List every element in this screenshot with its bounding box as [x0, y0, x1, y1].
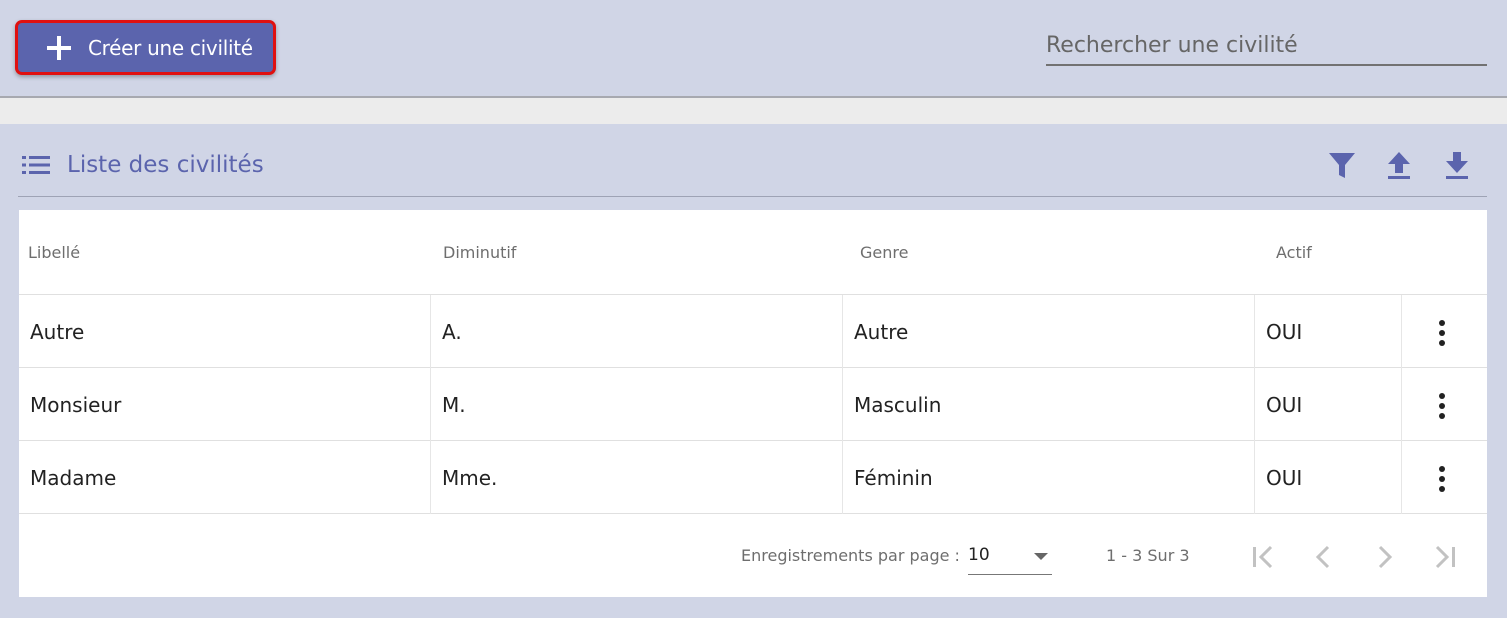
column-header-actif[interactable]: Actif: [1276, 243, 1312, 262]
page-size-value: 10: [968, 545, 990, 565]
section-title: Liste des civilités: [67, 152, 264, 178]
pagination-range: 1 - 3 Sur 3: [1106, 546, 1190, 565]
column-header-libelle[interactable]: Libellé: [28, 243, 80, 262]
cell-actif: OUI: [1255, 368, 1402, 441]
plus-icon: [46, 35, 72, 61]
cell-actif: OUI: [1255, 295, 1402, 368]
last-page-icon[interactable]: [1429, 542, 1459, 572]
create-civility-button[interactable]: Créer une civilité: [15, 20, 276, 75]
dot-icon: [1439, 476, 1445, 482]
cell-genre: Autre: [843, 295, 1255, 368]
cell-diminutif: M.: [431, 368, 843, 441]
search-input[interactable]: [1046, 26, 1487, 66]
first-page-icon[interactable]: [1249, 542, 1279, 572]
cell-diminutif: Mme.: [431, 441, 843, 514]
column-header-diminutif[interactable]: Diminutif: [443, 243, 516, 262]
table-row[interactable]: Madame Mme. Féminin OUI: [19, 441, 1487, 514]
upload-icon[interactable]: [1384, 150, 1414, 182]
cell-actif: OUI: [1255, 441, 1402, 514]
separator-strip: [0, 98, 1507, 124]
row-menu-button[interactable]: [1429, 392, 1457, 420]
create-civility-button-label: Créer une civilité: [88, 35, 253, 60]
dot-icon: [1439, 413, 1445, 419]
column-header-genre[interactable]: Genre: [860, 243, 908, 262]
cell-genre: Féminin: [843, 441, 1255, 514]
previous-page-icon[interactable]: [1309, 542, 1339, 572]
table-row[interactable]: Monsieur M. Masculin OUI: [19, 368, 1487, 441]
next-page-icon[interactable]: [1369, 542, 1399, 572]
top-toolbar: Créer une civilité: [0, 0, 1507, 98]
cell-libelle: Autre: [19, 295, 431, 368]
dot-icon: [1439, 340, 1445, 346]
download-icon[interactable]: [1442, 150, 1472, 182]
page-size-label: Enregistrements par page :: [741, 546, 960, 565]
civilities-table-card: Libellé Diminutif Genre Actif Autre A. A…: [19, 210, 1487, 597]
section-header: Liste des civilités: [18, 140, 1487, 197]
list-icon: [22, 156, 50, 174]
row-menu-button[interactable]: [1429, 465, 1457, 493]
dot-icon: [1439, 320, 1445, 326]
cell-diminutif: A.: [431, 295, 843, 368]
table-header: Libellé Diminutif Genre Actif: [19, 210, 1487, 295]
page-size-select[interactable]: 10: [968, 540, 1052, 575]
dot-icon: [1439, 466, 1445, 472]
dot-icon: [1439, 393, 1445, 399]
row-menu-button[interactable]: [1429, 319, 1457, 347]
cell-libelle: Monsieur: [19, 368, 431, 441]
dot-icon: [1439, 486, 1445, 492]
caret-down-icon: [1034, 553, 1048, 560]
cell-genre: Masculin: [843, 368, 1255, 441]
dot-icon: [1439, 330, 1445, 336]
table-row[interactable]: Autre A. Autre OUI: [19, 295, 1487, 368]
dot-icon: [1439, 403, 1445, 409]
filter-icon[interactable]: [1327, 150, 1357, 182]
cell-libelle: Madame: [19, 441, 431, 514]
